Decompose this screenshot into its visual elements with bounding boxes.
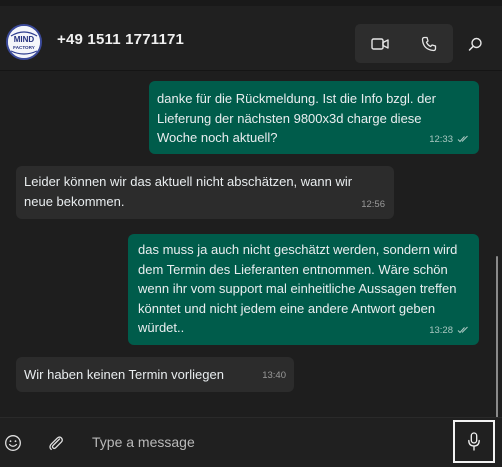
phone-icon (421, 36, 436, 51)
message-time: 12:56 (361, 198, 385, 210)
attach-button[interactable] (43, 430, 69, 456)
message-outgoing[interactable]: das muss ja auch nicht geschätzt werden,… (128, 234, 479, 345)
search-button[interactable] (462, 30, 488, 58)
video-camera-icon (370, 37, 389, 50)
message-text: Leider können wir das aktuell nicht absc… (24, 174, 353, 209)
message-text: danke für die Rückmeldung. Ist die Info … (157, 91, 436, 145)
call-buttons-group (355, 24, 453, 63)
contact-name[interactable]: +49 1511 1771171 (57, 31, 184, 48)
emoji-button[interactable] (0, 430, 26, 456)
message-input[interactable] (84, 428, 440, 456)
avatar-text-line2: FACTORY (13, 45, 35, 50)
chat-window: MIND FACTORY +49 1511 1771171 danke für … (0, 0, 502, 467)
message-composer (0, 417, 502, 467)
message-list: danke für die Rückmeldung. Ist die Info … (0, 71, 502, 467)
emoji-icon (5, 435, 21, 451)
message-time: 12:33 (429, 133, 453, 145)
avatar[interactable]: MIND FACTORY (6, 24, 42, 60)
search-icon (468, 37, 482, 51)
message-text: das muss ja auch nicht geschätzt werden,… (138, 242, 458, 335)
message-text: Wir haben keinen Termin vorliegen (24, 367, 224, 382)
microphone-icon (468, 431, 480, 451)
message-incoming[interactable]: Wir haben keinen Termin vorliegen 13:40 (16, 357, 294, 392)
message-meta: 12:33 (429, 130, 470, 150)
message-meta: 13:40 (262, 366, 286, 386)
message-incoming[interactable]: Leider können wir das aktuell nicht absc… (16, 166, 394, 219)
double-check-icon (457, 135, 468, 143)
voice-message-button[interactable] (453, 420, 495, 463)
avatar-text-line1: MIND (14, 35, 35, 44)
message-meta: 12:56 (361, 195, 385, 215)
message-meta: 13:28 (429, 321, 470, 341)
paperclip-icon (49, 436, 63, 451)
voice-call-button[interactable] (404, 24, 453, 63)
double-check-icon (457, 326, 468, 334)
avatar-logo: MIND FACTORY (8, 26, 40, 58)
message-outgoing[interactable]: danke für die Rückmeldung. Ist die Info … (149, 81, 479, 154)
chat-header: MIND FACTORY +49 1511 1771171 (0, 6, 502, 71)
message-time: 13:40 (262, 369, 286, 381)
video-call-button[interactable] (355, 24, 404, 63)
message-time: 13:28 (429, 324, 453, 336)
